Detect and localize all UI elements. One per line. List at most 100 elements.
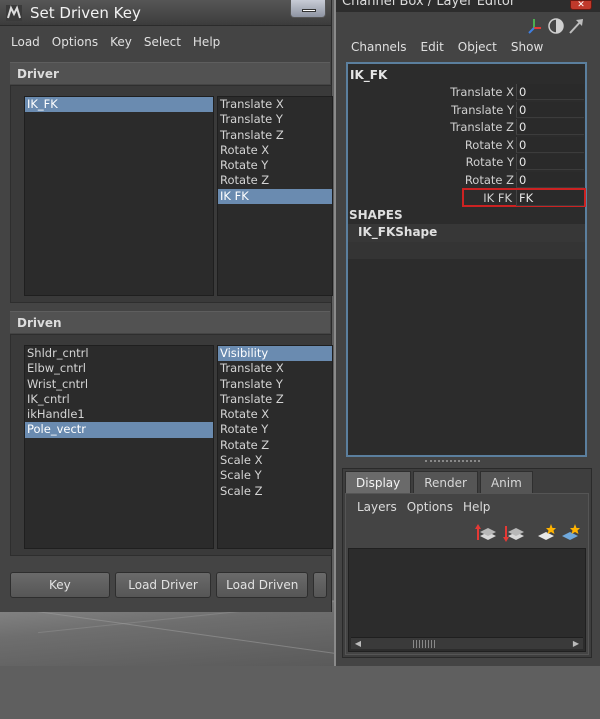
menu-options[interactable]: Options <box>46 35 104 49</box>
channel-row[interactable]: Translate Z 0 <box>348 119 585 136</box>
menu-select[interactable]: Select <box>138 35 187 49</box>
new-layer-selected-icon[interactable] <box>562 524 580 540</box>
tab-display[interactable]: Display <box>345 471 412 493</box>
list-item[interactable]: Rotate Z <box>218 438 332 453</box>
driver-frame: IK_FK Translate X Translate Y Translate ZR… <box>10 85 333 303</box>
channel-name: Rotate Y <box>465 155 514 169</box>
channel-box-title-bar[interactable]: Channel Box / Layer Editor <box>336 0 600 12</box>
list-item[interactable]: Translate X <box>218 97 332 112</box>
scroll-left-arrow-icon[interactable]: ◀ <box>353 639 363 649</box>
list-item[interactable]: Rotate X <box>218 407 332 422</box>
key-button[interactable]: Key <box>10 572 110 598</box>
scroll-thumb[interactable] <box>413 640 437 648</box>
channel-row[interactable]: Translate Y 0 <box>348 101 585 119</box>
list-item[interactable]: Shldr_cntrl <box>25 346 213 361</box>
menu-channels[interactable]: Channels <box>344 40 414 54</box>
channel-value-field[interactable]: 0 <box>516 154 584 170</box>
list-item[interactable]: IK_FK <box>25 97 213 113</box>
tab-render[interactable]: Render <box>413 471 478 493</box>
driven-attribute-list[interactable]: Visibility Translate X Translate Y Translat… <box>217 345 333 549</box>
menu-layers[interactable]: Layers <box>352 500 402 514</box>
menu-show[interactable]: Show <box>504 40 550 54</box>
list-item[interactable]: IK_cntrl <box>25 392 213 407</box>
panel-resize-handle[interactable] <box>425 460 480 464</box>
channel-box-menu: Channels Edit Object Show <box>344 40 550 54</box>
horizontal-scrollbar[interactable]: ◀ ▶ <box>351 637 583 649</box>
menu-help[interactable]: Help <box>187 35 226 49</box>
channel-row[interactable]: Rotate X 0 <box>348 136 585 154</box>
button-bar: Key Load Driver Load Driven <box>10 572 332 600</box>
menu-load[interactable]: Load <box>5 35 46 49</box>
scroll-right-arrow-icon[interactable]: ▶ <box>571 639 581 649</box>
layer-list[interactable]: ◀ ▶ <box>348 548 586 652</box>
menu-key[interactable]: Key <box>104 35 138 49</box>
half-circle-icon[interactable] <box>548 18 564 34</box>
channel-row[interactable]: Rotate Y 0 <box>348 154 585 171</box>
channel-box-toolbar <box>528 18 583 34</box>
list-item[interactable]: Scale X <box>218 453 332 468</box>
channel-name: Translate X <box>450 85 514 99</box>
channel-name: Translate Z <box>450 120 514 134</box>
list-item[interactable]: Wrist_cntrl <box>25 377 213 392</box>
driven-frame: Shldr_cntrl Elbw_cntrl Wrist_cntrl IK_cntrl… <box>10 334 333 556</box>
layer-tabs: Display Render Anim <box>345 471 535 493</box>
driver-object-list[interactable]: IK_FK <box>24 96 214 296</box>
channel-value-field[interactable]: 0 <box>516 136 584 153</box>
channel-row[interactable]: Translate X 0 <box>348 84 585 101</box>
new-layer-icon[interactable] <box>538 524 556 540</box>
channel-row[interactable]: Rotate Z 0 <box>348 171 585 189</box>
list-item[interactable]: Scale Z <box>218 484 332 499</box>
channel-value-field[interactable]: 0 <box>516 84 584 100</box>
layer-menu: Layers Options Help <box>352 500 495 514</box>
node-name[interactable]: IK_FK <box>350 68 387 82</box>
channel-value-field[interactable]: 0 <box>516 171 584 188</box>
list-item[interactable]: IK FK <box>218 188 332 205</box>
load-driven-button[interactable]: Load Driven <box>216 572 309 598</box>
list-item[interactable]: Translate Z <box>218 128 332 143</box>
channel-box-title: Channel Box / Layer Editor <box>342 0 516 9</box>
channel-value-field[interactable]: FK <box>516 190 584 206</box>
window-title-bar[interactable]: Set Driven Key <box>0 0 331 26</box>
minimize-button[interactable] <box>290 0 326 18</box>
menu-edit[interactable]: Edit <box>414 40 451 54</box>
tab-anim[interactable]: Anim <box>479 471 533 493</box>
channel-name: Rotate X <box>464 137 514 152</box>
layer-panel: Layers Options Help ◀ ▶ <box>345 493 589 655</box>
layer-toolbar <box>475 524 580 542</box>
load-driver-button[interactable]: Load Driver <box>114 572 212 598</box>
axis-icon[interactable] <box>528 19 541 34</box>
move-layer-up-icon[interactable] <box>475 524 496 540</box>
minimize-icon <box>302 9 316 12</box>
channel-value-field[interactable]: 0 <box>516 119 584 135</box>
list-item[interactable]: Translate Y <box>218 112 332 127</box>
menu-options[interactable]: Options <box>402 500 458 514</box>
list-item[interactable]: Scale Y <box>218 468 332 483</box>
list-item[interactable]: Visibility <box>218 346 332 362</box>
menu-help[interactable]: Help <box>458 500 495 514</box>
shape-row-empty <box>348 242 585 259</box>
menu-bar: Load Options Key Select Help <box>0 26 331 58</box>
list-item[interactable]: Rotate Y <box>218 158 332 173</box>
list-item[interactable]: Rotate X <box>218 143 332 158</box>
list-item[interactable]: Translate X <box>218 361 332 376</box>
maya-logo-icon <box>6 4 22 21</box>
list-item[interactable]: Translate Y <box>218 377 332 392</box>
list-item[interactable]: Pole_vectr <box>25 422 213 438</box>
list-item[interactable]: Elbw_cntrl <box>25 361 213 376</box>
menu-object[interactable]: Object <box>451 40 504 54</box>
list-item[interactable]: Rotate Y <box>218 422 332 437</box>
channel-name: Rotate Z <box>464 172 514 187</box>
move-layer-down-icon[interactable] <box>503 526 524 542</box>
driven-object-list[interactable]: Shldr_cntrl Elbw_cntrl Wrist_cntrl IK_cntrl… <box>24 345 214 549</box>
driver-attribute-list[interactable]: Translate X Translate Y Translate Z Rotate … <box>217 96 333 296</box>
arrow-icon[interactable] <box>569 19 583 34</box>
list-item[interactable]: ikHandle1 <box>25 407 213 422</box>
set-driven-key-window: Set Driven Key Load Options Key Select H… <box>0 0 333 612</box>
list-item[interactable]: Translate Z <box>218 392 332 407</box>
shape-row[interactable]: IK_FKShape <box>348 224 585 242</box>
close-button[interactable]: ✕ <box>570 0 592 10</box>
list-item[interactable]: Rotate Z <box>218 173 332 188</box>
channel-value-field[interactable]: 0 <box>516 101 584 118</box>
close-button[interactable] <box>313 572 328 598</box>
highlighted-channel-row[interactable]: IK FK FK <box>462 188 586 207</box>
